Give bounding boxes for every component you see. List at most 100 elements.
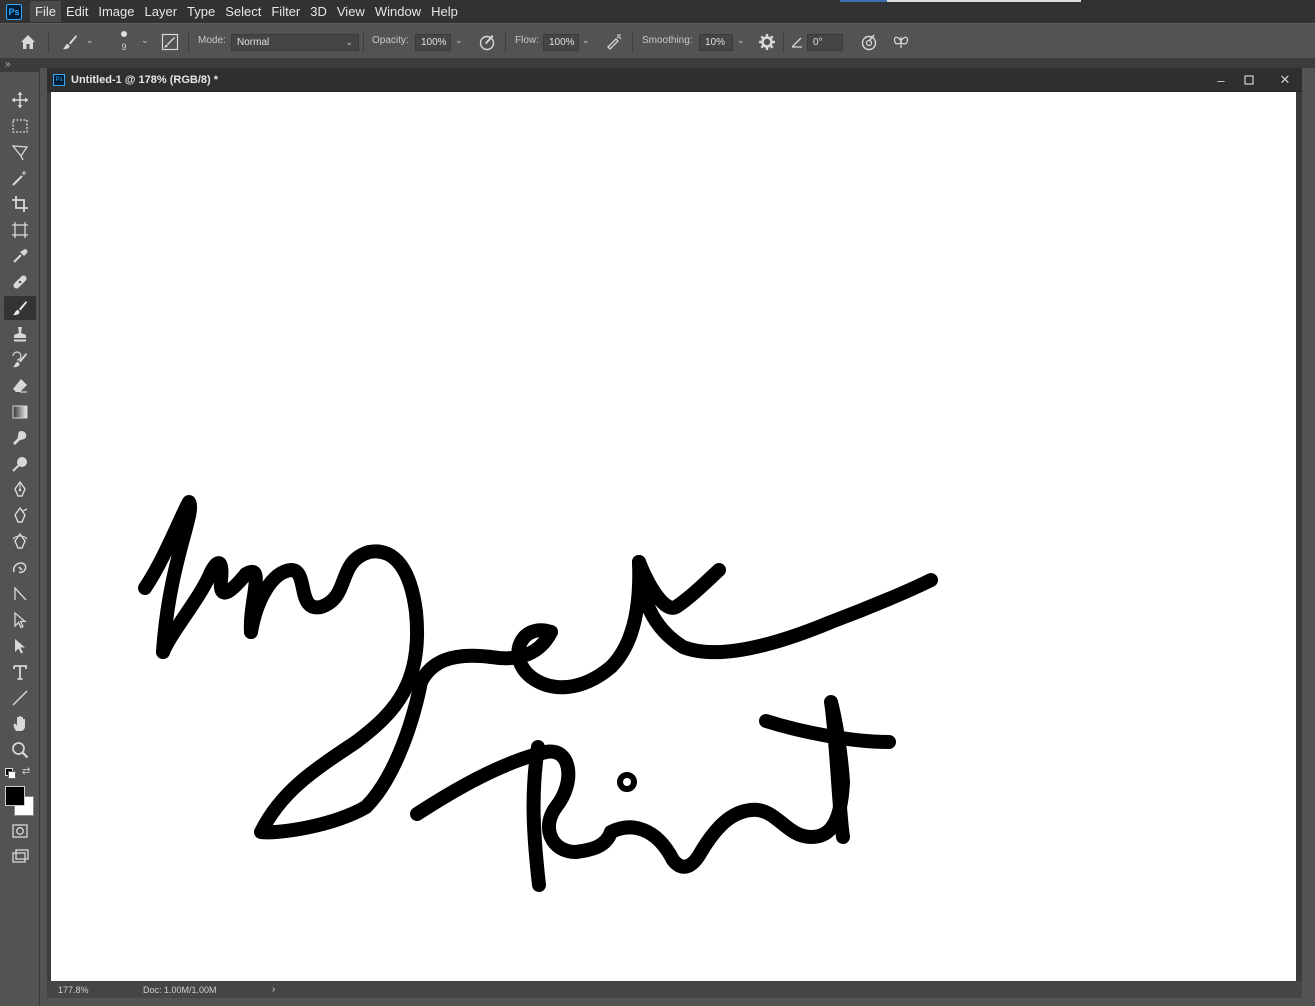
menu-type[interactable]: Type	[182, 1, 220, 22]
smoothing-chevron-icon[interactable]: ⌄	[737, 35, 745, 46]
healing-brush-tool[interactable]	[4, 270, 36, 294]
default-colors-icon[interactable]	[5, 768, 16, 779]
menu-bar: Ps File Edit Image Layer Type Select Fil…	[0, 0, 1315, 23]
zoom-level[interactable]: 177.8%	[58, 985, 138, 995]
menu-window[interactable]: Window	[370, 1, 426, 22]
zoom-tool[interactable]	[4, 738, 36, 762]
photoshop-document-icon: Ps	[53, 73, 65, 86]
brush-tool[interactable]	[4, 296, 36, 320]
brush-icon	[13, 301, 27, 316]
magic-wand-icon	[12, 170, 27, 186]
content-aware-tracing-tool[interactable]	[4, 556, 36, 580]
tracing-icon	[12, 562, 27, 574]
direct-selection-tool[interactable]	[4, 634, 36, 658]
screen-mode-icon	[12, 849, 29, 863]
menu-select[interactable]: Select	[220, 1, 266, 22]
gradient-tool[interactable]	[4, 400, 36, 424]
canvas[interactable]	[51, 92, 1296, 981]
menu-layer[interactable]: Layer	[140, 1, 183, 22]
arrow-solid-icon	[15, 639, 25, 654]
brush-size-value: 9	[121, 42, 127, 52]
type-icon	[13, 665, 27, 680]
home-icon[interactable]	[17, 32, 39, 52]
hand-tool[interactable]	[4, 712, 36, 736]
history-brush-tool[interactable]	[4, 348, 36, 372]
painted-text-finger-paint	[138, 495, 938, 892]
opacity-field[interactable]: 100%	[415, 34, 451, 51]
pressure-size-icon[interactable]	[859, 33, 879, 51]
lasso-tool[interactable]	[4, 140, 36, 164]
clone-stamp-tool[interactable]	[4, 322, 36, 346]
eraser-tool[interactable]	[4, 374, 36, 398]
frame-icon	[12, 222, 28, 238]
freeform-pen-tool[interactable]	[4, 504, 36, 528]
brush-settings-panel-icon[interactable]	[160, 33, 180, 51]
document-window: Ps Untitled-1 @ 178% (RGB/8) * – ✕ 177.8…	[47, 68, 1302, 998]
mode-value: Normal	[237, 37, 270, 48]
opacity-value: 100%	[421, 37, 447, 48]
document-title: Untitled-1 @ 178% (RGB/8) *	[71, 73, 219, 86]
airbrush-icon[interactable]	[604, 33, 624, 51]
eraser-icon	[13, 379, 27, 393]
close-icon[interactable]: ✕	[1274, 71, 1296, 89]
dodge-tool[interactable]	[4, 452, 36, 476]
angle-field[interactable]: 0°	[807, 34, 843, 51]
smudge-icon	[13, 431, 27, 445]
maximize-icon[interactable]	[1238, 71, 1260, 89]
menu-3d[interactable]: 3D	[305, 1, 332, 22]
type-tool[interactable]	[4, 660, 36, 684]
flow-value: 100%	[549, 37, 575, 48]
crop-tool[interactable]	[4, 192, 36, 216]
path-tool[interactable]	[4, 582, 36, 606]
rectangular-marquee-tool[interactable]	[4, 114, 36, 138]
quick-mask-icon	[12, 824, 28, 838]
smoothing-field[interactable]: 10%	[699, 34, 733, 51]
document-tab[interactable]: Ps Untitled-1 @ 178% (RGB/8) * – ✕	[47, 68, 1302, 92]
minimize-icon[interactable]: –	[1210, 71, 1232, 89]
window-strip-accent	[840, 0, 887, 2]
expand-toolbar-icon[interactable]: »	[0, 59, 39, 72]
brush-size-picker[interactable]: 9	[112, 28, 136, 56]
window-strip-bar	[887, 0, 1081, 2]
menu-file[interactable]: File	[30, 1, 61, 22]
opacity-label: Opacity:	[372, 35, 409, 46]
brush-size-chevron-icon[interactable]: ⌄	[141, 35, 149, 46]
chevron-right-icon[interactable]: ›	[272, 984, 275, 995]
arrow-outline-icon	[14, 611, 27, 629]
mode-label: Mode:	[198, 35, 226, 46]
flow-label: Flow:	[515, 35, 539, 46]
blur-tool[interactable]	[4, 426, 36, 450]
photoshop-logo-icon: Ps	[6, 3, 22, 20]
flow-chevron-icon[interactable]: ⌄	[582, 35, 590, 46]
stamp-icon	[14, 327, 26, 342]
magic-wand-tool[interactable]	[4, 166, 36, 190]
pressure-opacity-icon[interactable]	[477, 33, 497, 51]
brush-preset-icon[interactable]	[58, 33, 82, 51]
opacity-chevron-icon[interactable]: ⌄	[455, 35, 463, 46]
symmetry-butterfly-icon[interactable]	[891, 33, 911, 51]
menu-help[interactable]: Help	[426, 1, 463, 22]
lasso-icon	[11, 145, 29, 161]
foreground-color-swatch[interactable]	[5, 786, 25, 806]
pen-tool[interactable]	[4, 478, 36, 502]
menu-filter[interactable]: Filter	[266, 1, 305, 22]
dodge-icon	[12, 457, 27, 472]
move-tool[interactable]	[4, 88, 36, 112]
marquee-icon	[12, 119, 28, 133]
swap-colors-icon[interactable]: ⇄	[22, 766, 30, 777]
move-icon	[12, 92, 28, 108]
menu-view[interactable]: View	[332, 1, 370, 22]
brush-preset-chevron-icon[interactable]: ⌄	[86, 35, 94, 46]
path-selection-tool[interactable]	[4, 608, 36, 632]
quick-mask-tool[interactable]	[4, 819, 36, 843]
frame-tool[interactable]	[4, 218, 36, 242]
menu-image[interactable]: Image	[93, 1, 139, 22]
menu-edit[interactable]: Edit	[61, 1, 93, 22]
gear-icon[interactable]	[757, 33, 777, 51]
eyedropper-tool[interactable]	[4, 244, 36, 268]
flow-field[interactable]: 100%	[543, 34, 579, 51]
curvature-pen-tool[interactable]	[4, 530, 36, 554]
mode-dropdown[interactable]: Normal ⌄	[231, 34, 359, 51]
line-tool[interactable]	[4, 686, 36, 710]
screen-mode-tool[interactable]	[4, 845, 36, 869]
